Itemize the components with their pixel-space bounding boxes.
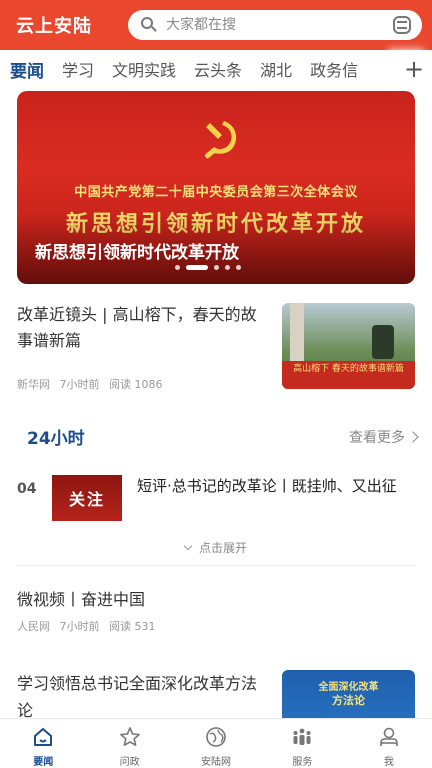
party-emblem-icon xyxy=(204,121,237,159)
news-reads: 阅读 531 xyxy=(109,620,156,633)
see-more-link[interactable]: 查看更多 xyxy=(349,427,419,447)
banner-carousel[interactable]: 中国共产党第二十届中央委员会第三次全体会议 新思想引领新时代改革开放 新思想引领… xyxy=(17,91,415,284)
nav-label: 要闻 xyxy=(33,757,54,768)
carousel-dot[interactable] xyxy=(236,265,241,270)
home-icon xyxy=(32,726,54,748)
nav-label: 我 xyxy=(383,757,394,768)
tab-hubei[interactable]: 湖北 xyxy=(260,57,292,81)
news-item[interactable]: 改革近镜头 | 高山榕下，春天的故事谱新篇 新华网 7小时前 阅读 1086 高… xyxy=(17,300,415,392)
news-time: 7小时前 xyxy=(59,378,100,391)
see-more-label: 查看更多 xyxy=(349,430,405,446)
hot-section-header: 24小时 查看更多 xyxy=(27,424,419,449)
hot-news-item[interactable]: 04 关注 短评·总书记的改革论丨既挂帅、又出征 xyxy=(17,475,415,525)
search-input[interactable] xyxy=(166,17,392,33)
app-title: 云上安陆 xyxy=(16,16,92,37)
banner-caption: 新思想引领新时代改革开放 xyxy=(35,243,239,263)
carousel-dot-active[interactable] xyxy=(186,265,208,270)
nav-item-headlines[interactable]: 要闻 xyxy=(0,719,86,768)
hot-title: 短评·总书记的改革论丨既挂帅、又出征 xyxy=(137,477,397,495)
section-title: 24小时 xyxy=(27,429,85,449)
news-title: 微视频丨奋进中国 xyxy=(17,590,146,609)
hot-rank: 04 xyxy=(17,481,37,497)
thumbnail-caption: 高山榕下 春天的故事谱新篇 xyxy=(282,361,415,389)
tab-government[interactable]: 政务信 xyxy=(310,57,358,81)
nav-item-anlu-web[interactable]: 安陆网 xyxy=(173,719,259,768)
user-icon xyxy=(378,726,400,748)
bottom-nav: 要闻 问政 安陆网 服务 我 xyxy=(0,718,432,768)
app-screen: 云上安陆 要闻 学习 文明实践 云头条 湖北 政务信 + 中国共产党第二十届中央… xyxy=(0,0,432,768)
carousel-indicator xyxy=(175,265,247,270)
top-header: 云上安陆 xyxy=(0,0,432,50)
news-meta: 人民网 7小时前 阅读 531 xyxy=(17,618,415,634)
carousel-dot[interactable] xyxy=(175,265,180,270)
news-time: 7小时前 xyxy=(59,620,100,633)
news-title: 改革近镜头 | 高山榕下，春天的故事谱新篇 xyxy=(17,305,257,350)
news-meta: 新华网 7小时前 阅读 1086 xyxy=(17,376,169,392)
banner-image-subtitle: 中国共产党第二十届中央委员会第三次全体会议 xyxy=(74,185,358,200)
tab-study[interactable]: 学习 xyxy=(62,57,94,81)
scan-icon[interactable] xyxy=(392,15,412,35)
people-icon xyxy=(291,726,313,748)
news-source: 人民网 xyxy=(17,620,50,633)
add-tab-button[interactable]: + xyxy=(396,50,432,88)
search-icon xyxy=(140,16,158,34)
thumbnail-line-2: 方法论 xyxy=(332,694,365,707)
news-source: 新华网 xyxy=(17,378,50,391)
tab-cloud-top[interactable]: 云头条 xyxy=(194,57,242,81)
nav-label: 安陆网 xyxy=(201,757,232,768)
nav-label: 服务 xyxy=(292,757,313,768)
tab-civilization-practice[interactable]: 文明实践 xyxy=(112,57,176,81)
thumbnail-line-1: 全面深化改革 xyxy=(318,682,379,693)
chevron-right-icon xyxy=(407,431,419,443)
tab-headlines[interactable]: 要闻 xyxy=(10,57,44,82)
globe-icon xyxy=(205,726,227,748)
news-title: 学习领悟总书记全面深化改革方法论 xyxy=(17,674,258,720)
carousel-dot[interactable] xyxy=(225,265,230,270)
nav-label: 问政 xyxy=(119,757,140,768)
category-tabs: 要闻 学习 文明实践 云头条 湖北 政务信 + xyxy=(0,50,432,88)
divider xyxy=(17,565,415,566)
expand-label: 点击展开 xyxy=(198,541,247,555)
news-item[interactable]: 微视频丨奋进中国 人民网 7小时前 阅读 531 xyxy=(17,589,415,639)
carousel-dot[interactable] xyxy=(214,265,219,270)
nav-item-me[interactable]: 我 xyxy=(346,719,432,768)
nav-item-inquiry[interactable]: 问政 xyxy=(86,719,172,768)
nav-item-services[interactable]: 服务 xyxy=(259,719,345,768)
news-thumbnail: 高山榕下 春天的故事谱新篇 xyxy=(282,303,415,389)
chevron-down-icon xyxy=(183,541,193,551)
news-reads: 阅读 1086 xyxy=(109,378,163,391)
search-bar[interactable] xyxy=(128,10,422,40)
hot-thumbnail: 关注 xyxy=(52,475,122,521)
star-icon xyxy=(119,726,141,748)
expand-button[interactable]: 点击展开 xyxy=(0,539,432,556)
